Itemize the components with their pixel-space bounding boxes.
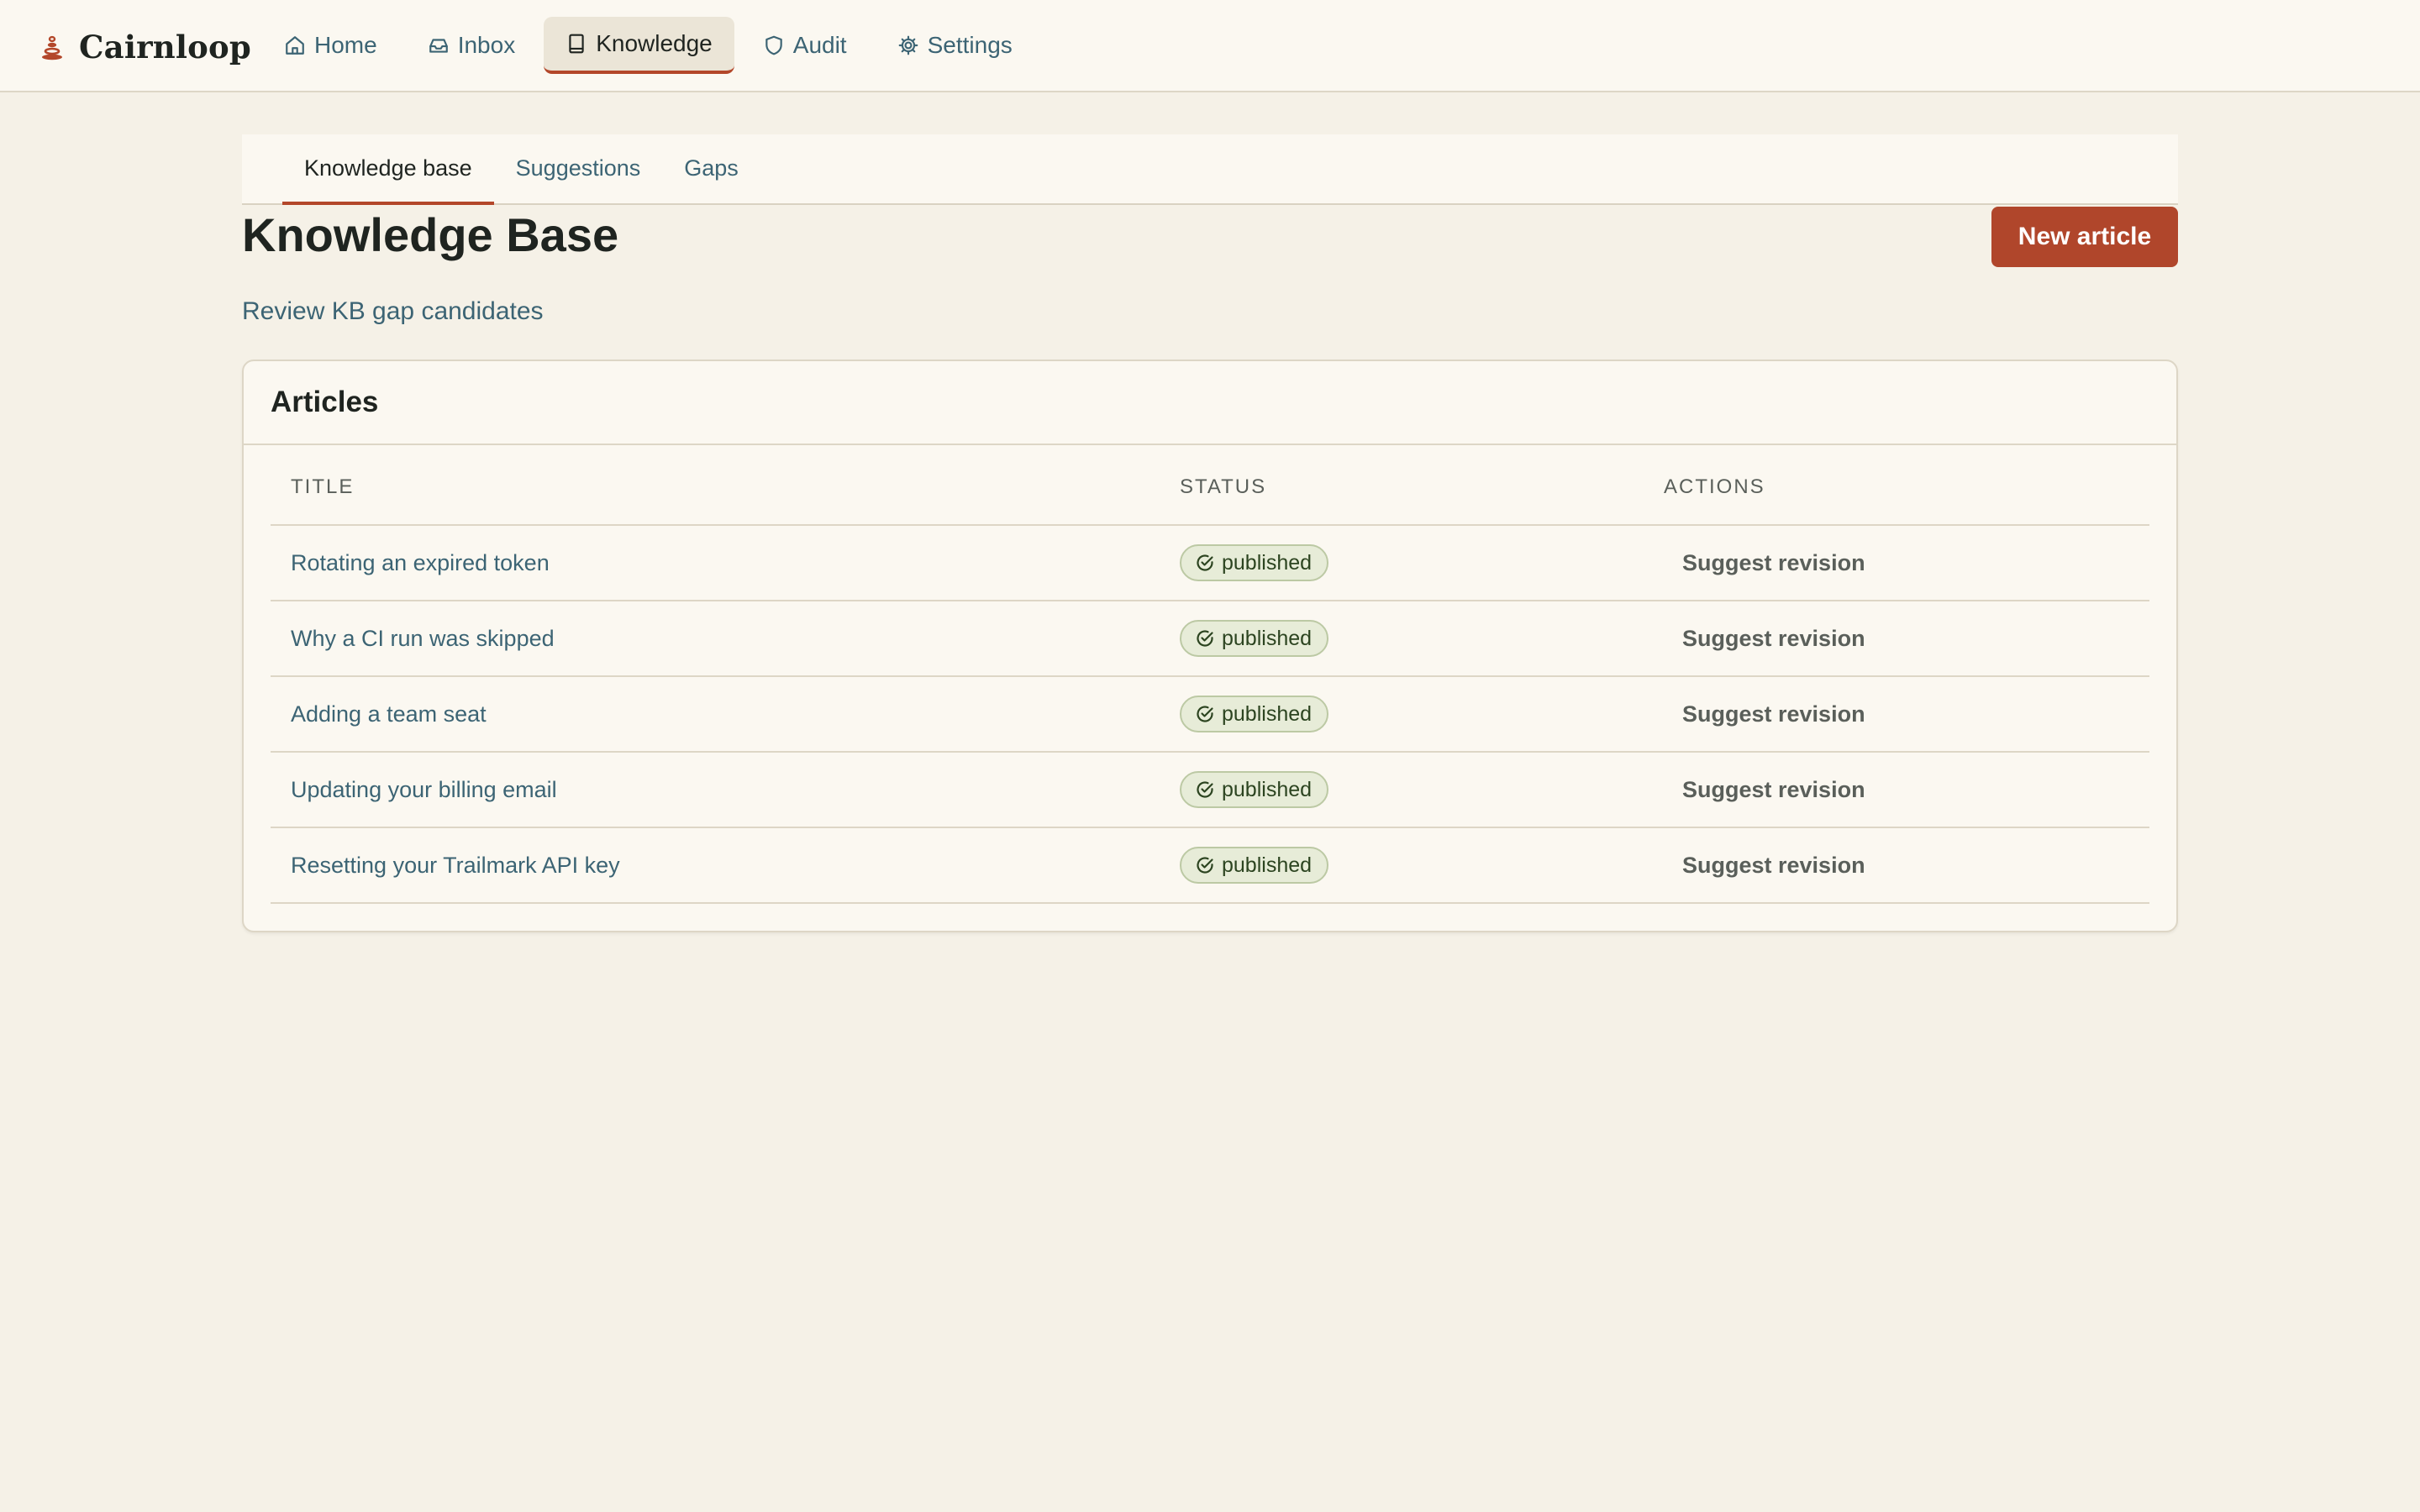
column-header-status: STATUS: [1160, 475, 1644, 526]
gear-icon: [898, 35, 918, 55]
article-title-link[interactable]: Resetting your Trailmark API key: [291, 853, 620, 878]
nav-item-label: Home: [314, 32, 377, 58]
check-circle-icon: [1197, 554, 1213, 571]
page-title: Knowledge Base: [242, 208, 619, 261]
table-row: Rotating an expired token published Sugg…: [271, 525, 2149, 601]
suggest-revision-button[interactable]: Suggest revision: [1664, 693, 1884, 735]
nav-item-label: Knowledge: [596, 30, 713, 56]
nav-item-settings[interactable]: Settings: [876, 17, 1034, 74]
status-label: published: [1222, 550, 1313, 575]
status-label: published: [1222, 777, 1313, 801]
table-row: Resetting your Trailmark API key publish…: [271, 827, 2149, 904]
main-nav: Home Inbox Knowledge Audit Settings: [262, 17, 1034, 74]
articles-card-header: Articles: [244, 361, 2176, 445]
article-title-link[interactable]: Adding a team seat: [291, 701, 487, 727]
suggest-revision-button[interactable]: Suggest revision: [1664, 844, 1884, 886]
articles-table: TITLE STATUS ACTIONS Rotating an expired…: [271, 475, 2149, 904]
check-circle-icon: [1197, 857, 1213, 874]
status-label: published: [1222, 701, 1313, 726]
article-title-link[interactable]: Rotating an expired token: [291, 550, 550, 575]
status-badge: published: [1180, 847, 1329, 884]
check-circle-icon: [1197, 706, 1213, 722]
articles-card-body: TITLE STATUS ACTIONS Rotating an expired…: [244, 445, 2176, 931]
suggest-revision-button[interactable]: Suggest revision: [1664, 542, 1884, 584]
new-article-button[interactable]: New article: [1991, 207, 2178, 267]
page-header: Knowledge Base New article: [242, 205, 2178, 270]
top-navigation-bar: Cairnloop Home Inbox Knowledge Audit Set…: [0, 0, 2420, 92]
brand[interactable]: Cairnloop: [40, 24, 251, 71]
nav-item-label: Audit: [792, 32, 847, 58]
tab-gaps[interactable]: Gaps: [662, 134, 760, 205]
nav-item-audit[interactable]: Audit: [741, 17, 869, 74]
article-title-link[interactable]: Why a CI run was skipped: [291, 626, 555, 651]
table-row: Why a CI run was skipped published Sugge…: [271, 601, 2149, 677]
shield-icon: [765, 35, 782, 55]
table-header-row: TITLE STATUS ACTIONS: [271, 475, 2149, 526]
status-badge: published: [1180, 696, 1329, 732]
status-badge: published: [1180, 620, 1329, 657]
table-row: Adding a team seat published Suggest rev…: [271, 676, 2149, 753]
knowledge-subtabs: Knowledge base Suggestions Gaps: [242, 134, 2178, 205]
table-row: Updating your billing email published Su…: [271, 752, 2149, 828]
app-name: Cairnloop: [79, 29, 251, 66]
suggest-revision-button[interactable]: Suggest revision: [1664, 617, 1884, 659]
status-label: published: [1222, 626, 1313, 650]
check-circle-icon: [1197, 630, 1213, 647]
home-icon: [286, 36, 304, 55]
articles-card: Articles TITLE STATUS ACTIONS Rotating a…: [242, 360, 2178, 932]
status-badge: published: [1180, 544, 1329, 581]
status-badge: published: [1180, 771, 1329, 808]
column-header-title: TITLE: [271, 475, 1160, 526]
main-content: Knowledge base Suggestions Gaps Knowledg…: [242, 134, 2178, 932]
suggest-revision-button[interactable]: Suggest revision: [1664, 769, 1884, 811]
article-title-link[interactable]: Updating your billing email: [291, 777, 557, 802]
review-gap-candidates-link[interactable]: Review KB gap candidates: [242, 297, 544, 326]
nav-item-knowledge[interactable]: Knowledge: [544, 17, 734, 74]
nav-item-home[interactable]: Home: [262, 17, 399, 74]
inbox-icon: [429, 39, 448, 53]
nav-item-label: Inbox: [457, 32, 516, 58]
cairn-icon: [42, 35, 62, 60]
articles-title: Articles: [271, 386, 379, 418]
nav-item-label: Settings: [927, 32, 1013, 58]
tab-knowledge-base[interactable]: Knowledge base: [282, 134, 494, 205]
book-icon: [569, 34, 584, 54]
check-circle-icon: [1197, 781, 1213, 798]
nav-item-inbox[interactable]: Inbox: [406, 17, 538, 74]
status-label: published: [1222, 853, 1313, 877]
column-header-actions: ACTIONS: [1644, 475, 2149, 526]
tab-suggestions[interactable]: Suggestions: [494, 134, 663, 205]
